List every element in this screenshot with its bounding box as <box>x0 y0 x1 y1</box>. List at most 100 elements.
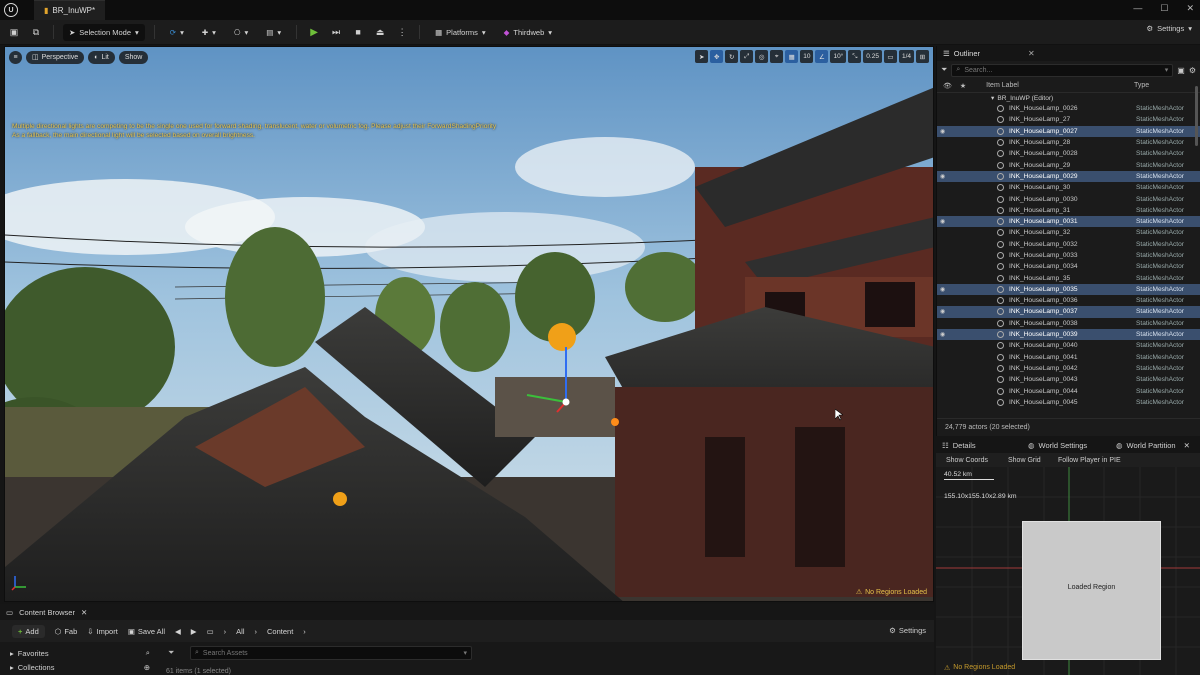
settings-gear-icon[interactable]: ⚙ <box>1189 66 1196 75</box>
rotate-tool-icon[interactable]: ↻ <box>725 50 739 63</box>
outliner-row[interactable]: INK_HouseLamp_0026 StaticMeshActor <box>937 103 1200 114</box>
grid-snap-toggle[interactable]: ▦ <box>785 50 799 63</box>
outliner-row[interactable]: ◉ INK_HouseLamp_0035 StaticMeshActor <box>937 283 1200 296</box>
thirdweb-button[interactable]: ◆ Thirdweb ▾ <box>498 24 558 41</box>
history-forward-icon[interactable]: ▶ <box>191 627 197 636</box>
outliner-row[interactable]: INK_HouseLamp_0045 StaticMeshActor <box>937 397 1200 408</box>
outliner-row[interactable]: INK_HouseLamp_0028 StaticMeshActor <box>937 148 1200 159</box>
content-browser-tab[interactable]: ▭ Content Browser ✕ <box>6 608 87 617</box>
outliner-row[interactable]: INK_HouseLamp_0032 StaticMeshActor <box>937 239 1200 250</box>
outliner-row[interactable]: ◉ INK_HouseLamp_0031 StaticMeshActor <box>937 215 1200 228</box>
rotation-snap-toggle[interactable]: ∠ <box>815 50 829 63</box>
breadcrumb-content[interactable]: Content <box>267 627 293 636</box>
perspective-button[interactable]: ◫ Perspective <box>26 50 85 64</box>
outliner-row[interactable]: INK_HouseLamp_35 StaticMeshActor <box>937 272 1200 283</box>
outliner-row[interactable]: INK_HouseLamp_0033 StaticMeshActor <box>937 250 1200 261</box>
tab-world-partition[interactable]: ◍ World Partition ✕ <box>1116 441 1190 450</box>
level-tab[interactable]: ▮ BR_InuWP* <box>34 0 106 20</box>
fab-button[interactable]: ⬡ Fab <box>55 627 78 636</box>
save-icon[interactable]: ▣ <box>6 24 22 40</box>
settings-button[interactable]: ⚙ Settings ▾ <box>1146 24 1192 33</box>
outliner-row[interactable]: INK_HouseLamp_0038 StaticMeshActor <box>937 318 1200 329</box>
outliner-row[interactable]: INK_HouseLamp_0034 StaticMeshActor <box>937 261 1200 272</box>
blueprint-button[interactable]: ⎔ ▾ <box>228 24 254 41</box>
close-icon[interactable]: ✕ <box>1184 441 1190 450</box>
visibility-eye-icon[interactable]: ◉ <box>940 308 948 315</box>
tab-world-settings[interactable]: ◍ World Settings <box>1028 441 1087 450</box>
outliner-row[interactable]: INK_HouseLamp_29 StaticMeshActor <box>937 159 1200 170</box>
scale-snap-toggle[interactable]: ⤡ <box>848 50 862 63</box>
world-space-icon[interactable]: ◎ <box>755 50 769 63</box>
import-button[interactable]: ⇩ Import <box>87 627 118 636</box>
browse-icon[interactable]: ⧉ <box>28 24 44 40</box>
tab-details[interactable]: ☷ Details <box>942 441 976 450</box>
selection-mode-dropdown[interactable]: ➤ Selection Mode ▾ <box>63 23 145 41</box>
outliner-row[interactable]: ◉ INK_HouseLamp_0037 StaticMeshActor <box>937 306 1200 318</box>
collections-section[interactable]: ▸ Collections ⊕ <box>4 660 156 674</box>
surface-snap-icon[interactable]: ⌖ <box>770 50 784 63</box>
outliner-row[interactable]: INK_HouseLamp_0030 StaticMeshActor <box>937 193 1200 204</box>
outliner-row[interactable]: INK_HouseLamp_27 StaticMeshActor <box>937 114 1200 125</box>
maximize-button[interactable]: ☐ <box>1160 3 1168 14</box>
outliner-row[interactable]: INK_HouseLamp_32 StaticMeshActor <box>937 227 1200 238</box>
type-header[interactable]: Type <box>1134 82 1149 89</box>
stop-icon[interactable]: ■ <box>350 24 366 40</box>
visibility-eye-icon[interactable]: ◉ <box>940 128 948 135</box>
outliner-row[interactable]: INK_HouseLamp_0044 StaticMeshActor <box>937 385 1200 396</box>
unreal-logo[interactable]: U <box>0 0 22 20</box>
cinematics-button[interactable]: ▤ ▾ <box>260 24 287 41</box>
more-icon[interactable]: ⋮ <box>394 24 410 40</box>
history-back-icon[interactable]: ◀ <box>175 627 181 636</box>
outliner-search-input[interactable]: ⌕ Search... ▾ <box>951 63 1174 77</box>
outliner-row[interactable]: INK_HouseLamp_0043 StaticMeshActor <box>937 374 1200 385</box>
maximize-viewport-icon[interactable]: ⊞ <box>916 50 929 63</box>
close-icon[interactable]: ✕ <box>81 608 87 617</box>
outliner-row[interactable]: INK_HouseLamp_0042 StaticMeshActor <box>937 363 1200 374</box>
show-coords-toggle[interactable]: Show Coords <box>946 457 988 464</box>
visibility-eye-icon[interactable]: ◉ <box>940 218 948 225</box>
filter-icon[interactable]: ⏷ <box>168 648 174 658</box>
viewport-menu-icon[interactable]: ≡ <box>9 50 22 64</box>
breadcrumb-all[interactable]: All <box>236 627 244 636</box>
world-root[interactable]: ▾ BR_InuWP (Editor) <box>937 93 1200 103</box>
close-icon[interactable]: ✕ <box>1028 49 1035 58</box>
outliner-row[interactable]: INK_HouseLamp_28 StaticMeshActor <box>937 137 1200 148</box>
eject-icon[interactable]: ⏏ <box>372 24 388 40</box>
close-button[interactable]: ✕ <box>1186 3 1194 14</box>
outliner-row[interactable]: INK_HouseLamp_30 StaticMeshActor <box>937 182 1200 193</box>
filter-icon[interactable]: ⏷ <box>941 65 947 75</box>
outliner-row[interactable]: INK_HouseLamp_31 StaticMeshActor <box>937 205 1200 216</box>
scale-tool-icon[interactable]: ⤢ <box>740 50 754 63</box>
visibility-eye-icon[interactable]: ◉ <box>940 331 948 338</box>
outliner-row[interactable]: INK_HouseLamp_0036 StaticMeshActor <box>937 295 1200 306</box>
grid-snap-value[interactable]: 10 <box>800 50 814 63</box>
outliner-row[interactable]: ◉ INK_HouseLamp_0029 StaticMeshActor <box>937 170 1200 183</box>
favorites-section[interactable]: ▸ Favorites ⌕ <box>4 646 156 660</box>
world-partition-panel[interactable]: Loaded Region Show Coords Show Grid Foll… <box>936 453 1200 675</box>
camera-speed-icon[interactable]: ▭ <box>883 50 897 63</box>
add-folder-icon[interactable]: ▣ <box>1177 66 1185 75</box>
level-viewport[interactable]: ≡ ◫ Perspective ◐ Lit Show ➤ ✥ ↻ ⤢ ◎ ⌖ ▦… <box>4 46 934 602</box>
save-all-button[interactable]: ▣ Save All <box>128 627 165 636</box>
outliner-scrollbar[interactable] <box>1195 86 1198 146</box>
add-collection-icon[interactable]: ⊕ <box>144 663 150 672</box>
outliner-row[interactable]: ◉ INK_HouseLamp_0027 StaticMeshActor <box>937 125 1200 137</box>
path-folder-icon[interactable]: ▭ <box>207 627 214 636</box>
item-label-header[interactable]: Item Label <box>986 82 1019 89</box>
follow-player-toggle[interactable]: Follow Player in PIE <box>1058 457 1121 464</box>
show-grid-toggle[interactable]: Show Grid <box>1008 457 1041 464</box>
outliner-tab[interactable]: ☰ Outliner <box>943 49 980 58</box>
show-button[interactable]: Show <box>118 50 149 64</box>
content-browser-settings[interactable]: ⚙ Settings <box>889 626 926 635</box>
lit-button[interactable]: ◐ Lit <box>88 50 115 64</box>
step-icon[interactable]: ⏭ <box>328 24 344 40</box>
search-icon[interactable]: ⌕ <box>146 648 150 658</box>
camera-speed-value[interactable]: 1/4 <box>898 50 914 63</box>
minimize-button[interactable]: — <box>1133 3 1142 14</box>
play-icon[interactable]: ▶ <box>306 24 322 40</box>
outliner-row[interactable]: INK_HouseLamp_0041 StaticMeshActor <box>937 352 1200 363</box>
select-tool-icon[interactable]: ➤ <box>695 50 709 63</box>
visibility-eye-icon[interactable]: ◉ <box>940 173 948 180</box>
asset-search-input[interactable]: ⌕ Search Assets ▾ <box>190 646 472 660</box>
visibility-eye-icon[interactable]: ◉ <box>940 286 948 293</box>
